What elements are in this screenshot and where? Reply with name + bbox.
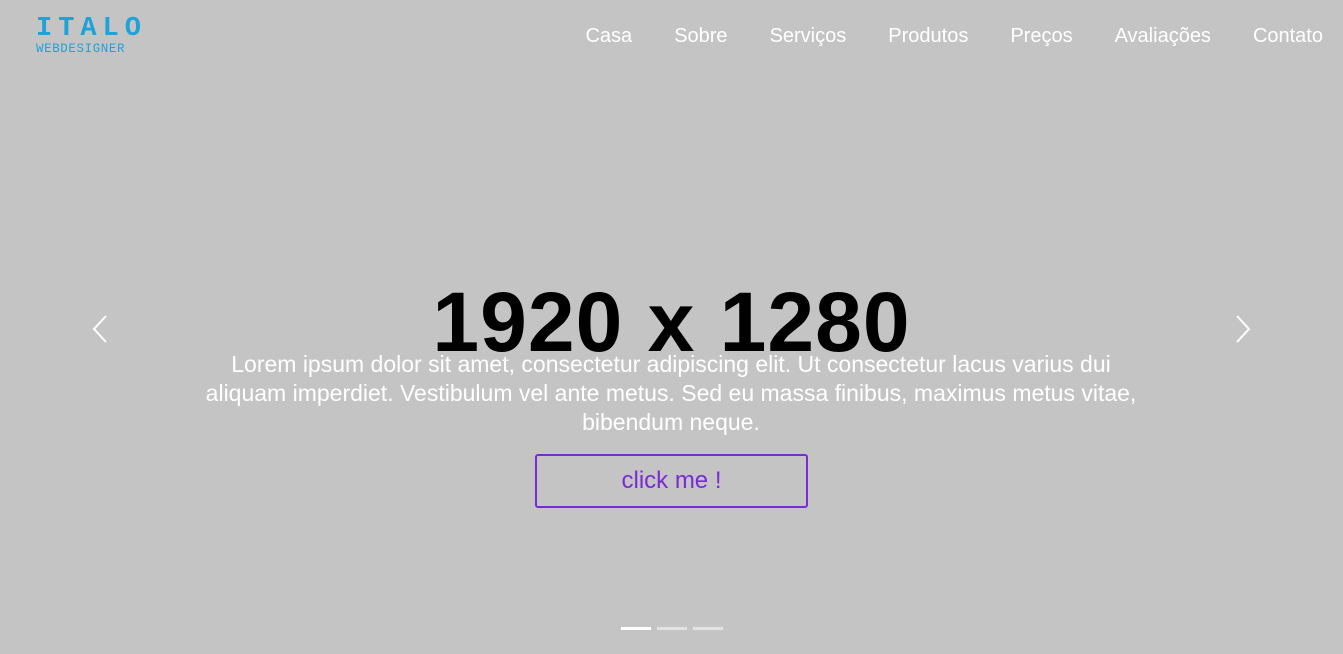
nav-item-casa: Casa (585, 24, 632, 48)
nav-link-servicos[interactable]: Serviços (770, 25, 847, 47)
carousel-indicators (621, 627, 729, 630)
nav-item-avaliacoes: Avaliações (1115, 24, 1211, 48)
nav-item-produtos: Produtos (888, 24, 968, 48)
slide-description: Lorem ipsum dolor sit amet, consectetur … (205, 351, 1137, 435)
navbar: ITALO WEBDESIGNER Casa Sobre Serviços Pr… (0, 0, 1343, 74)
brand-logo[interactable]: ITALO WEBDESIGNER (36, 14, 160, 57)
nav-item-sobre: Sobre (674, 24, 727, 48)
hero-carousel: ITALO WEBDESIGNER Casa Sobre Serviços Pr… (0, 0, 1343, 654)
nav-link-sobre[interactable]: Sobre (674, 25, 727, 47)
nav-link-produtos[interactable]: Produtos (888, 25, 968, 47)
carousel-indicator-1[interactable] (621, 627, 651, 630)
nav-item-precos: Preços (1010, 24, 1072, 48)
click-me-button[interactable]: click me ! (535, 454, 808, 508)
brand-tagline: WEBDESIGNER (36, 42, 126, 56)
carousel-indicator-3[interactable] (693, 627, 723, 630)
nav-link-contato[interactable]: Contato (1253, 25, 1323, 47)
nav-link-casa[interactable]: Casa (585, 25, 632, 47)
main-nav: Casa Sobre Serviços Produtos Preços Aval… (543, 24, 1323, 48)
nav-link-precos[interactable]: Preços (1010, 25, 1072, 47)
nav-link-avaliacoes[interactable]: Avaliações (1115, 25, 1211, 47)
nav-item-contato: Contato (1253, 24, 1323, 48)
brand-name: ITALO (36, 14, 148, 44)
carousel-indicator-2[interactable] (657, 627, 687, 630)
nav-item-servicos: Serviços (770, 24, 847, 48)
